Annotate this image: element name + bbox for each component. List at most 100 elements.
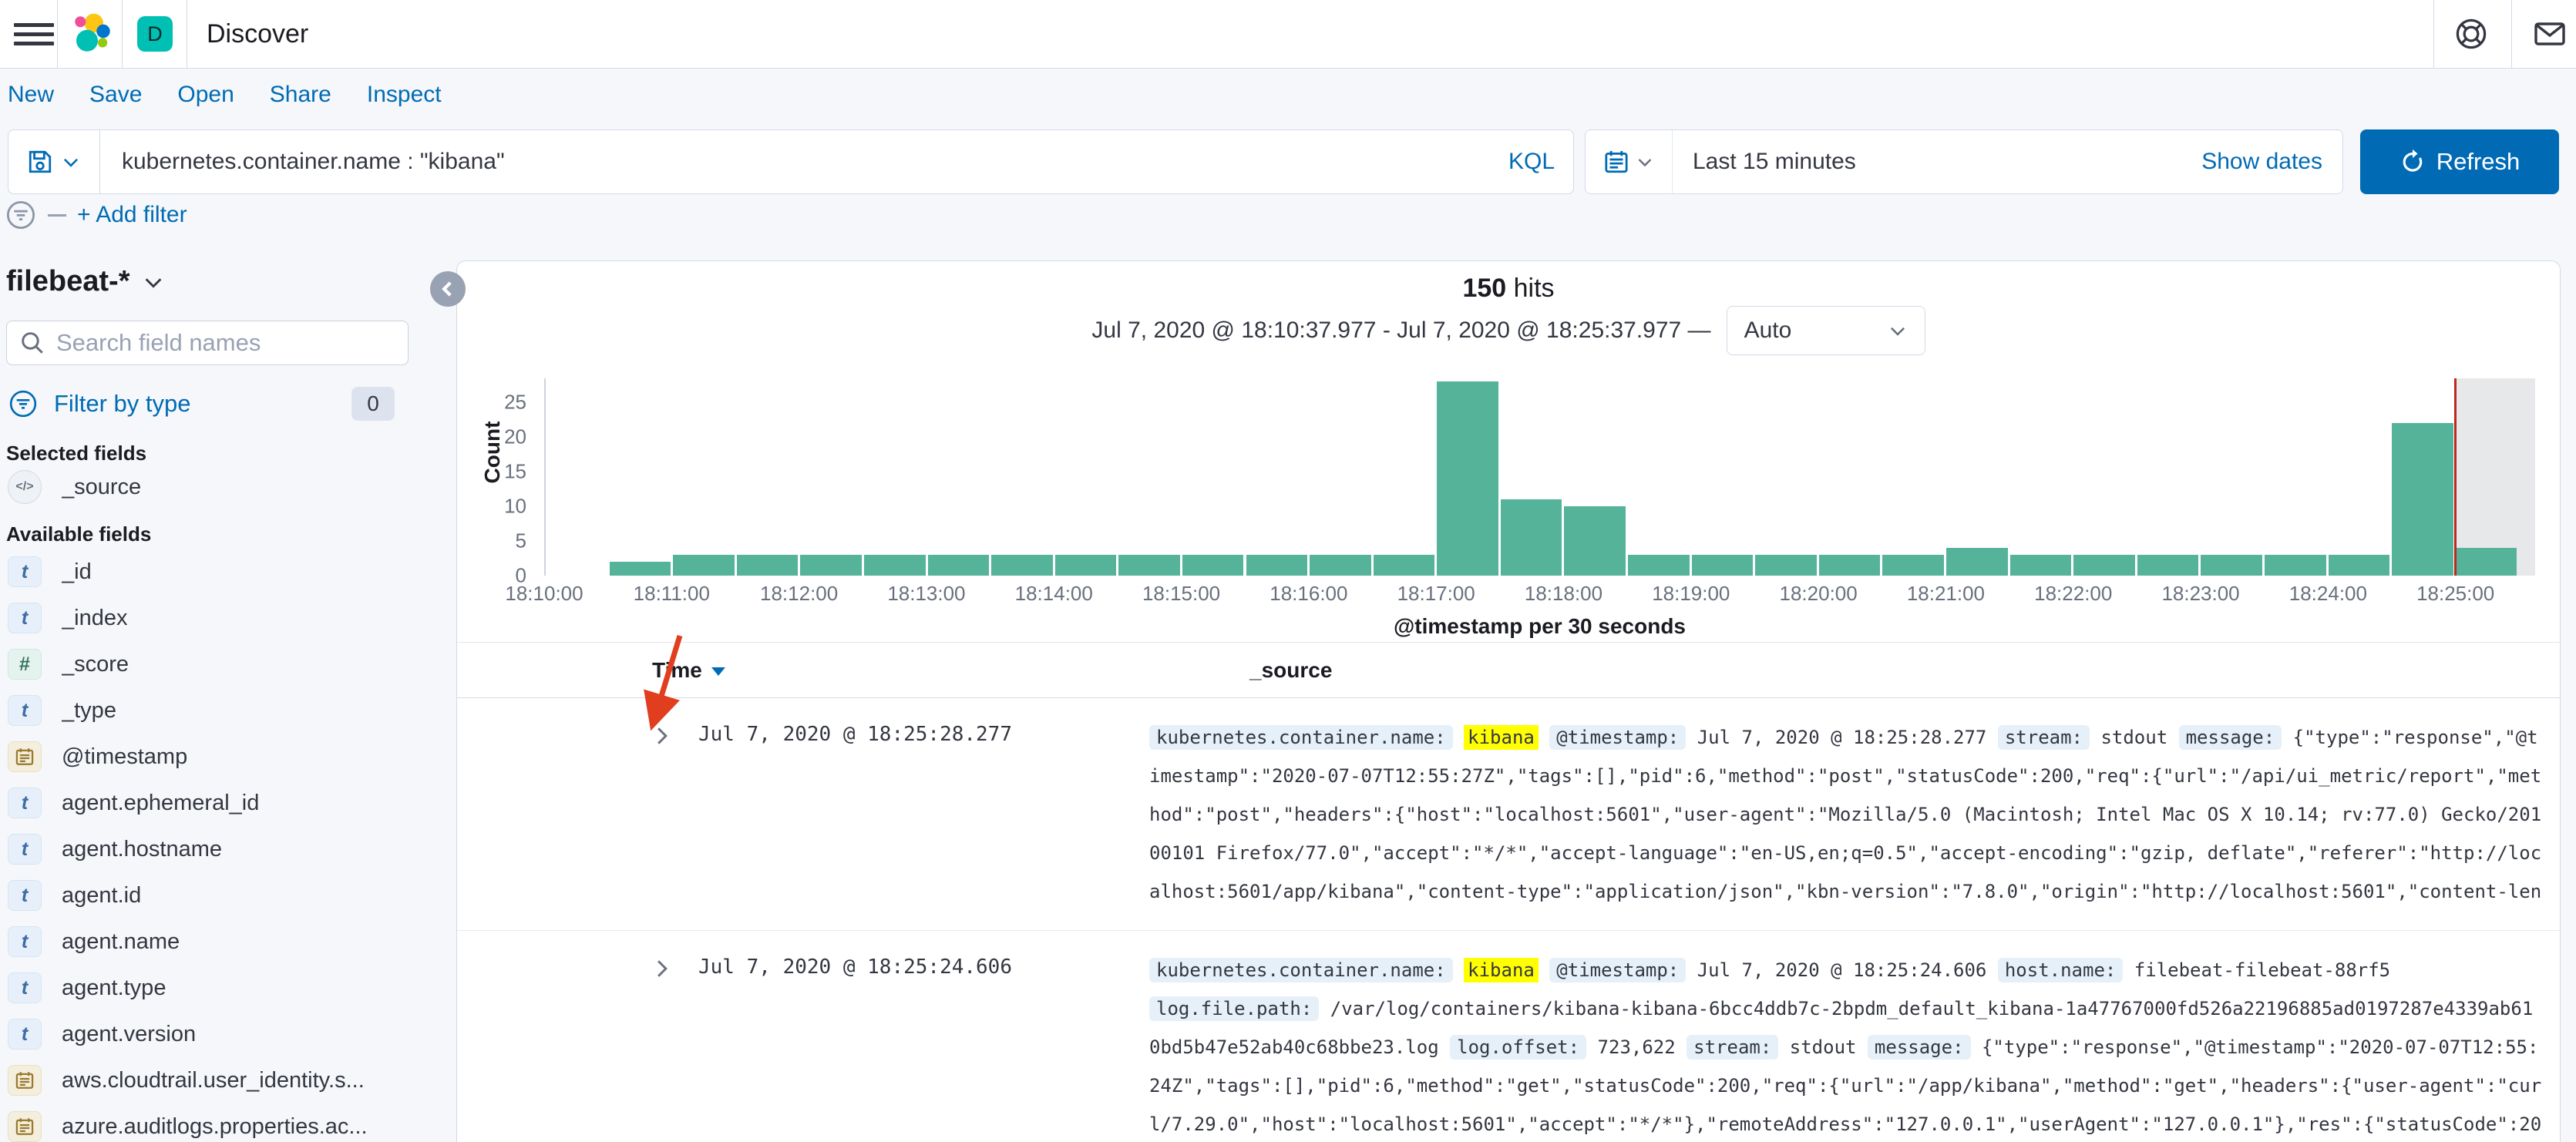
available-fields-list: t _id t _index # _score t _type @timestamp t agent…: [8, 549, 429, 1142]
histogram-bar-18:15:30[interactable]: [1246, 555, 1308, 576]
chevron-down-icon: [1638, 159, 1652, 167]
field-item-agent.id[interactable]: t agent.id: [8, 872, 429, 919]
histogram-bar-18:22:00[interactable]: [2073, 555, 2135, 576]
sort-desc-icon: [711, 667, 725, 676]
histogram-bar-18:10:30[interactable]: [609, 562, 671, 576]
histogram-bar-18:23:00[interactable]: [2201, 555, 2262, 576]
field-item-_score[interactable]: # _score: [8, 641, 429, 687]
saved-query-button[interactable]: [8, 130, 100, 193]
menu-share[interactable]: Share: [270, 82, 331, 108]
date-picker: Last 15 minutes Show dates: [1585, 129, 2343, 194]
histogram-bar-18:18:00[interactable]: [1564, 506, 1626, 576]
field-item-agent.type[interactable]: t agent.type: [8, 965, 429, 1011]
histogram-bar-18:12:00[interactable]: [800, 555, 862, 576]
field-item-agent.hostname[interactable]: t agent.hostname: [8, 826, 429, 872]
x-tick-18:23:00: 18:23:00: [2161, 582, 2240, 605]
field-name-badge: message:: [1867, 1035, 1971, 1060]
histogram-bar-18:16:00[interactable]: [1310, 555, 1371, 576]
field-name-badge: stream:: [1687, 1035, 1779, 1060]
field-item-agent.ephemeral_id[interactable]: t agent.ephemeral_id: [8, 780, 429, 826]
table-row-2: Jul 7, 2020 @ 18:25:24.606 kubernetes.con…: [457, 931, 2560, 1142]
menu-inspect[interactable]: Inspect: [367, 82, 442, 108]
save-icon: [29, 150, 52, 173]
calendar-button[interactable]: [1586, 130, 1673, 193]
field-item-aws.cloudtrail.user_identity.s...[interactable]: aws.cloudtrail.user_identity.s...: [8, 1057, 429, 1103]
histogram-bar-18:20:00[interactable]: [1818, 555, 1881, 576]
discover-breadcrumb-badge[interactable]: D: [137, 16, 173, 52]
time-range-label: Jul 7, 2020 @ 18:10:37.977 - Jul 7, 2020…: [1091, 317, 1711, 343]
histogram-bar-18:11:30[interactable]: [736, 555, 799, 576]
field-name-badge: kubernetes.container.name:: [1149, 958, 1453, 982]
histogram-bar-18:11:00[interactable]: [673, 555, 735, 576]
histogram-bar-18:18:30[interactable]: [1628, 555, 1690, 576]
histogram-bar-18:19:00[interactable]: [1691, 555, 1754, 576]
number-field-icon: #: [8, 649, 42, 680]
histogram-bar-18:20:30[interactable]: [1882, 555, 1944, 576]
histogram-bar-18:16:30[interactable]: [1373, 555, 1435, 576]
histogram-bar-18:24:00[interactable]: [2328, 555, 2390, 576]
refresh-button[interactable]: Refresh: [2360, 129, 2559, 194]
field-name-badge: @timestamp:: [1549, 958, 1687, 982]
histogram-bar-18:21:30[interactable]: [2009, 555, 2072, 576]
source-cell: kubernetes.container.name: kibana @times…: [1149, 951, 2560, 1142]
menu-open[interactable]: Open: [177, 82, 234, 108]
x-tick-18:14:00: 18:14:00: [1014, 582, 1093, 605]
field-item-agent.name[interactable]: t agent.name: [8, 919, 429, 965]
histogram-bar-18:13:30[interactable]: [991, 555, 1053, 576]
x-tick-18:15:00: 18:15:00: [1142, 582, 1221, 605]
histogram-bar-18:21:00[interactable]: [1946, 548, 2008, 576]
top-chrome-bar: D Discover: [0, 0, 2576, 69]
menu-new[interactable]: New: [8, 82, 54, 108]
divider: [2511, 0, 2512, 68]
query-input[interactable]: [100, 149, 1490, 175]
filter-icon[interactable]: [5, 199, 37, 231]
add-filter-button[interactable]: + Add filter: [77, 202, 187, 228]
field-name: aws.cloudtrail.user_identity.s...: [62, 1067, 365, 1093]
show-dates-button[interactable]: Show dates: [2201, 149, 2342, 175]
menu-save[interactable]: Save: [89, 82, 142, 108]
source-column-header: _source: [1249, 657, 1333, 682]
filter-dash: [48, 213, 66, 217]
index-pattern-selector[interactable]: filebeat-*: [6, 265, 165, 298]
histogram-bar-18:13:00[interactable]: [927, 555, 990, 576]
histogram-bar-18:12:30[interactable]: [863, 555, 926, 576]
filter-by-type-button[interactable]: Filter by type 0: [8, 387, 439, 421]
y-tick-25: 25: [504, 390, 526, 414]
histogram-bar-18:22:30[interactable]: [2137, 555, 2199, 576]
field-search-input[interactable]: [55, 328, 408, 358]
interval-select[interactable]: Auto: [1726, 306, 1925, 355]
expand-document-toggle[interactable]: [652, 951, 698, 1142]
histogram-bar-18:24:30[interactable]: [2392, 423, 2453, 576]
histogram-bar-18:25:00[interactable]: [2455, 548, 2517, 576]
field-item-_type[interactable]: t _type: [8, 687, 429, 734]
field-item-_id[interactable]: t _id: [8, 549, 429, 595]
histogram-bar-18:17:30[interactable]: [1500, 499, 1562, 576]
field-item-_source[interactable]: </> _source: [8, 464, 429, 510]
expand-document-toggle[interactable]: [652, 718, 698, 930]
x-tick-18:17:00: 18:17:00: [1397, 582, 1475, 605]
x-tick-18:18:00: 18:18:00: [1524, 582, 1603, 605]
field-name-badge: message:: [2178, 725, 2282, 750]
collapse-sidebar-button[interactable]: [430, 271, 466, 307]
query-language-button[interactable]: KQL: [1490, 149, 1573, 175]
field-item-_index[interactable]: t _index: [8, 595, 429, 641]
field-item-azure.auditlogs.properties.ac...[interactable]: azure.auditlogs.properties.ac...: [8, 1103, 429, 1142]
field-name-badge: kubernetes.container.name:: [1149, 725, 1453, 750]
histogram-bar-18:17:00[interactable]: [1437, 381, 1498, 576]
chevron-down-icon: [146, 277, 162, 288]
histogram-bar-18:15:00[interactable]: [1182, 555, 1244, 576]
time-range-value[interactable]: Last 15 minutes: [1673, 149, 2201, 175]
field-name: agent.type: [62, 975, 166, 1000]
histogram-bar-18:19:30[interactable]: [1755, 555, 1817, 576]
histogram-bar-18:14:30[interactable]: [1118, 555, 1180, 576]
histogram-plot: [544, 378, 2535, 576]
histogram-bar-18:14:00[interactable]: [1054, 555, 1117, 576]
elastic-logo[interactable]: [71, 12, 114, 55]
field-item-agent.version[interactable]: t agent.version: [8, 1011, 429, 1057]
help-icon[interactable]: [2451, 14, 2491, 54]
field-item-@timestamp[interactable]: @timestamp: [8, 734, 429, 780]
hamburger-menu-icon[interactable]: [14, 15, 54, 52]
histogram-bar-18:23:30[interactable]: [2264, 555, 2326, 576]
time-column-header[interactable]: Time: [652, 658, 1149, 683]
mail-icon[interactable]: [2530, 14, 2570, 54]
